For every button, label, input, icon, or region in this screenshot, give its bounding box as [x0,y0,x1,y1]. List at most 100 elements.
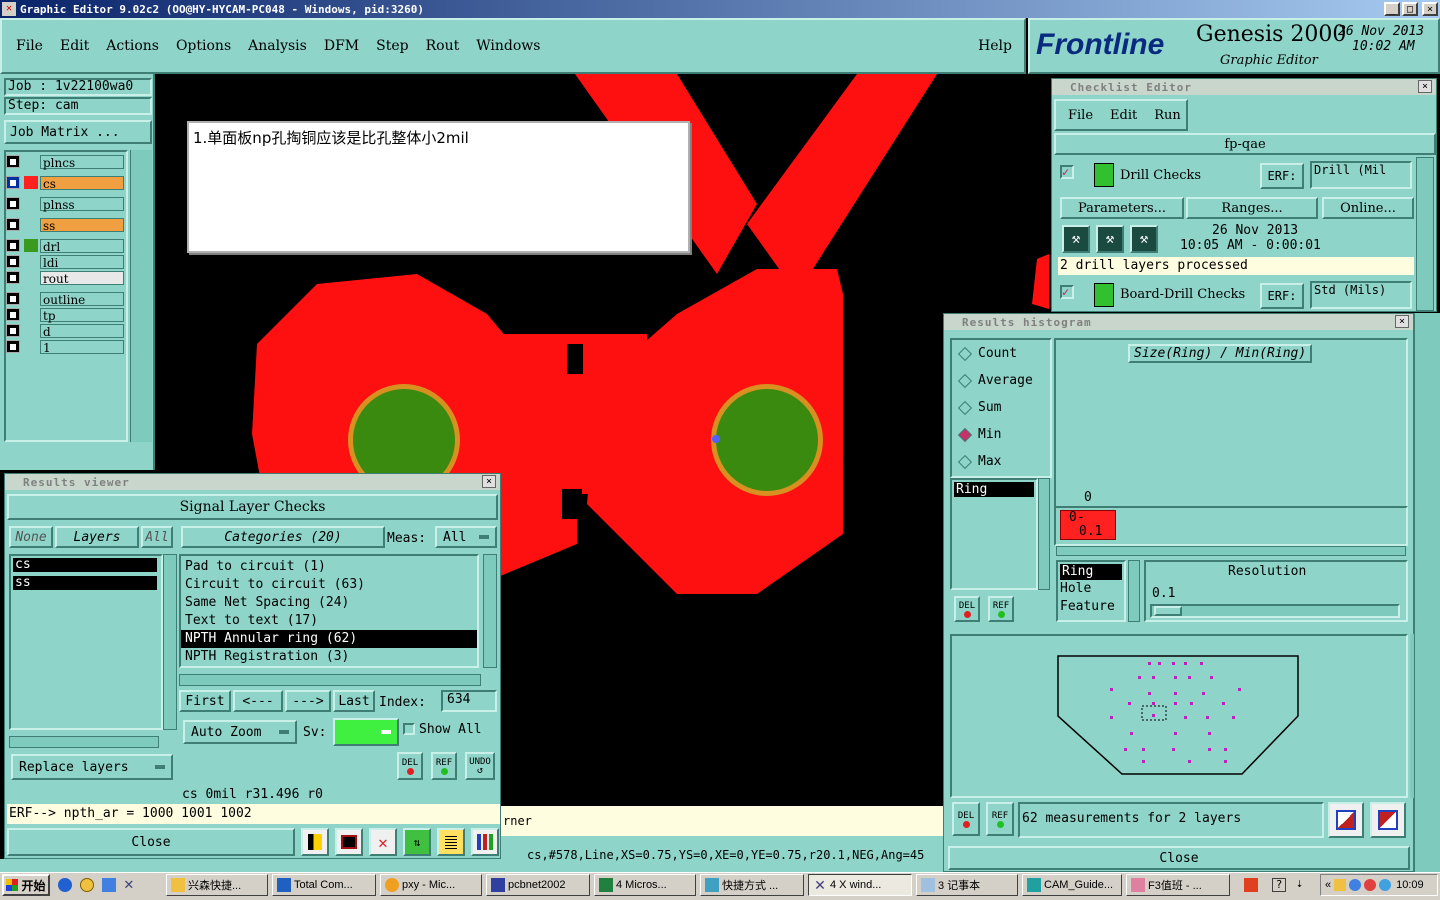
zoom-area-button[interactable] [1370,802,1406,838]
taskbar-item[interactable]: 快捷方式 ... [700,874,804,896]
layer-toggle-icon[interactable] [6,197,20,210]
taskbar-item[interactable]: 兴森快捷... [166,874,268,896]
mode-min[interactable]: Min [952,421,1050,448]
attr-ring[interactable]: Ring [1060,564,1122,580]
menu-options[interactable]: Options [176,38,231,54]
tray-security-icon[interactable] [1364,879,1377,891]
ranges-button[interactable]: Ranges... [1186,197,1318,219]
drill-erf-value[interactable]: Drill (Mil [1310,161,1412,189]
overview-del-button[interactable]: DEL [952,802,980,836]
tool-window-button[interactable] [335,828,363,856]
sv-color-select[interactable] [333,718,399,746]
layer-scroll-strip[interactable] [130,150,152,442]
layer-row-cs[interactable]: cs [6,175,124,191]
layer-toggle-icon[interactable] [6,218,20,231]
attr-hole[interactable]: Hole [1058,580,1124,598]
mode-sum[interactable]: Sum [952,394,1050,421]
tab-all[interactable]: All [141,526,173,548]
drill-checks-checkbox[interactable]: ✓ [1060,165,1074,179]
taskbar-item[interactable]: pxy - Mic... [380,874,482,896]
category-scrollbar[interactable] [483,554,497,668]
results-viewer-close-icon[interactable]: × [482,475,496,488]
taskbar-item[interactable]: pcbnet2002 [486,874,590,896]
tab-layers[interactable]: Layers [55,526,139,548]
tool-report-button[interactable] [437,828,465,856]
board-drill-checkbox[interactable]: ✓ [1060,285,1074,299]
layer-result-item[interactable]: cs [13,558,157,572]
attr-feature[interactable]: Feature [1058,598,1124,616]
hist-del-button[interactable]: DEL [954,596,980,622]
layer-toggle-icon[interactable] [6,271,20,284]
menu-file[interactable]: File [16,38,43,54]
menu-step[interactable]: Step [376,38,408,54]
layer-row-rout[interactable]: rout [6,270,124,286]
next-button[interactable]: ---> [285,690,331,712]
tray-network-icon[interactable] [1334,879,1347,891]
histogram-close-icon[interactable]: × [1395,315,1409,328]
layer-row-ldi[interactable]: ldi [6,254,124,270]
attr-scrollbar[interactable] [1128,560,1140,622]
show-all-checkbox[interactable] [403,723,415,735]
tray-qq-icon[interactable] [1349,879,1362,891]
zoom-fit-button[interactable] [1328,802,1364,838]
layer-toggle-icon[interactable] [6,340,20,353]
layer-toggle-icon[interactable] [6,308,20,321]
overview-ref-button[interactable]: REF [986,802,1014,836]
drill-checks-label[interactable]: Drill Checks [1120,168,1201,183]
tool-chart-button[interactable] [471,828,499,856]
tray-app-icon[interactable] [1244,878,1258,892]
layer-list-hscrollbar[interactable] [9,736,159,748]
undo-button[interactable]: UNDO ↺ [465,752,495,780]
run-check-button[interactable]: ⚒ [1130,225,1158,253]
ref-button[interactable]: REF [431,752,457,780]
category-item[interactable]: NPTH Registration (3) [181,648,477,666]
taskbar-item[interactable]: 4 Micros... [594,874,696,896]
x-quicklaunch-icon[interactable]: ✕ [124,876,134,892]
taskbar-item[interactable]: Total Com... [272,874,376,896]
run-check-button[interactable]: ⚒ [1096,225,1124,253]
close-window-button[interactable]: × [1422,2,1438,16]
prev-button[interactable]: <--- [233,690,283,712]
maximize-button[interactable]: □ [1402,2,1418,16]
layer-toggle-icon[interactable] [6,239,20,252]
category-hscrollbar[interactable] [179,674,481,686]
layer-row-outline[interactable]: outline [6,291,124,307]
taskbar-item-active[interactable]: ✕ 4 X wind... [808,874,912,896]
parameters-button[interactable]: Parameters... [1060,197,1184,219]
tool-highlight-button[interactable] [301,828,329,856]
hist-ref-button[interactable]: REF [988,596,1014,622]
resolution-slider[interactable] [1150,604,1400,618]
tray-volume-icon[interactable]: ⇣ [1296,876,1303,890]
layer-row-drl[interactable]: drl [6,238,124,254]
layer-toggle-icon[interactable] [6,292,20,305]
tray-help-icon[interactable]: ? [1272,878,1286,892]
menu-analysis[interactable]: Analysis [248,38,307,54]
histogram-hscrollbar[interactable] [1056,546,1406,556]
app-quicklaunch-icon[interactable] [102,878,116,892]
menu-dfm[interactable]: DFM [324,38,359,54]
attribute-item-selected[interactable]: Ring [954,482,1034,497]
category-item[interactable]: Text to text (17) [181,612,477,630]
layer-row-plnss[interactable]: plnss [6,196,124,212]
taskbar-item[interactable]: F3值班 - ... [1126,874,1230,896]
checklist-menu-run[interactable]: Run [1154,108,1181,123]
menu-rout[interactable]: Rout [426,38,460,54]
taskbar-item[interactable]: CAM_Guide... [1022,874,1122,896]
category-item[interactable]: Same Net Spacing (24) [181,594,477,612]
layer-result-item[interactable]: ss [13,576,157,590]
menu-help[interactable]: Help [978,38,1012,54]
layer-row-ss[interactable]: ss [6,217,124,233]
mode-average[interactable]: Average [952,367,1050,394]
checklist-close-icon[interactable]: × [1418,80,1432,93]
checklist-menu-file[interactable]: File [1068,108,1093,123]
layer-toggle-icon[interactable] [6,324,20,337]
online-button[interactable]: Online... [1322,197,1414,219]
mode-max[interactable]: Max [952,448,1050,475]
tab-none[interactable]: None [9,526,53,548]
category-item[interactable]: Circuit to circuit (63) [181,576,477,594]
first-button[interactable]: First [179,690,231,712]
taskbar-item[interactable]: 3 记事本 [916,874,1018,896]
mode-count[interactable]: Count [952,340,1050,367]
tray-sync-icon[interactable] [1379,879,1392,891]
histogram-close-button[interactable]: Close [948,846,1410,870]
